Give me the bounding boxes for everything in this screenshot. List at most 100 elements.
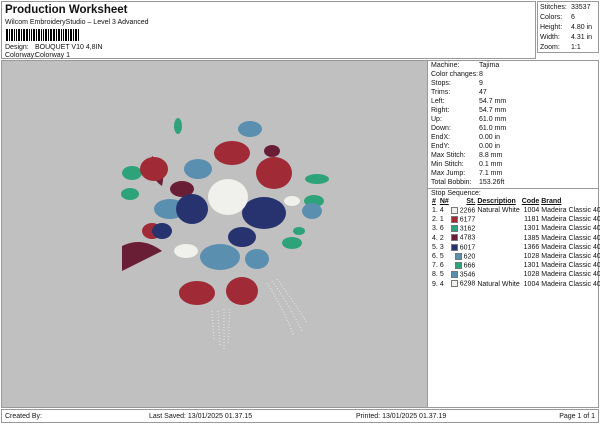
barcode-bar [6,29,8,41]
stop-sequence-table: # N# St. Description Code Brand 1. 4 2266… [431,197,600,289]
barcode-bar [63,29,64,41]
stop-sequence-title: Stop Sequence: [428,188,598,197]
barcode-bar [45,29,47,41]
stat-label: Stitches: [540,4,567,11]
barcode-bar [50,29,52,41]
embroidery-bouquet-image [121,118,329,349]
info-row: Down: 61.0 mm [428,124,598,133]
color-swatch [450,271,458,279]
color-swatch [454,252,462,260]
stat-value: 33537 [571,4,591,11]
info-row: EndY: 0.00 in [428,142,598,151]
barcode-bar [48,29,49,41]
color-swatch [450,206,458,214]
design-row: Design: BOUQUET V10 4,8IN [5,44,103,51]
barcode-bar [31,29,32,41]
info-value: 47 [479,89,487,96]
stat-row: Stitches: 33537 [540,3,596,13]
barcode-bar [26,29,28,41]
barcode-bar [43,29,44,41]
machine-info: Machine: Tajima Color changes: 8 Stops: 9 Trim… [428,61,598,187]
info-label: Down: [431,125,451,132]
info-row: Right: 54.7 mm [428,106,598,115]
col-code: Code [521,198,540,205]
info-value: 0.00 in [479,134,501,141]
thread-description [476,270,520,279]
barcode-bar [73,29,74,41]
colorway-row: Colorway:Colorway 1 [5,52,70,59]
stat-label: Width: [540,34,560,41]
info-value: Tajima [479,62,500,69]
info-row: Total Bobbin: 153.26ft [428,178,598,187]
thread-code: 1028 [523,253,540,261]
barcode-bar [21,29,22,41]
thread-description [476,252,520,261]
info-value: 54.7 mm [479,107,507,114]
table-row: 5. 3 6017 1366 Madeira Classic 40 [431,243,600,252]
thread-brand: Madeira Classic 40 [541,271,600,279]
info-row: Left: 54.7 mm [428,97,598,106]
stop-number: 9. [432,280,438,288]
info-value: 7.1 mm [479,170,503,177]
info-row: Trims: 47 [428,88,598,97]
info-label: Trims: [431,89,451,96]
stats-box: Stitches: 33537 Colors: 6 Height: 4.80 in W… [537,1,599,53]
barcode-bar [29,29,30,41]
stitch-count: 4783 [459,234,476,242]
design-preview [1,60,428,408]
info-row: Max Jump: 7.1 mm [428,169,598,178]
color-swatch [450,225,458,233]
stitch-count: 6298 [459,280,476,288]
thread-brand: Madeira Classic 40 [541,225,600,233]
stat-label: Height: [540,24,563,31]
info-value: 8.8 mm [479,152,503,159]
needle-number: 1 [439,216,444,224]
stat-label: Colors: [540,14,563,21]
design-name: BOUQUET V10 4,8IN [35,44,103,51]
info-value: 61.0 mm [479,116,507,123]
stat-label: Zoom: [540,44,560,51]
thread-code: 1004 [523,207,540,215]
info-value: 0.00 in [479,143,501,150]
thread-description [476,224,520,233]
info-value: 9 [479,80,483,87]
barcode-bar [70,29,72,41]
thread-brand: Madeira Classic 40 [541,207,600,215]
barcode-bar [38,29,40,41]
colorway-label: Colorway: [5,52,37,59]
thread-brand: Madeira Classic 40 [541,216,600,224]
info-label: Left: [431,98,445,105]
thread-code: 1181 [524,216,540,224]
barcode-bar [65,29,67,41]
info-label: EndX: [431,134,451,141]
info-row: Color changes: 8 [428,70,598,79]
barcode-bar [11,29,13,41]
color-swatch [450,216,458,224]
thread-description: Natural White [477,280,520,288]
needle-number: 2 [439,234,444,242]
stop-number: 1. [432,207,438,215]
stop-number: 6. [432,253,438,261]
needle-number: 5 [439,271,444,279]
barcode [6,29,122,41]
info-label: Max Jump: [431,170,466,177]
thread-description [476,234,520,243]
stat-row: Height: 4.80 in [540,23,596,33]
barcode-bar [61,29,62,41]
info-row: EndX: 0.00 in [428,133,598,142]
thread-code: 1301 [523,225,540,233]
thread-brand: Madeira Classic 40 [541,262,600,270]
color-swatch [450,243,458,251]
info-label: Up: [431,116,442,123]
info-label: Right: [431,107,450,114]
thread-brand: Madeira Classic 40 [541,243,600,251]
color-swatch [454,262,462,270]
info-label: EndY: [431,143,450,150]
info-value: 61.0 mm [479,125,507,132]
info-value: 153.26ft [479,179,505,186]
table-row: 1. 4 2266 Natural White 1004 Madeira Classic… [431,206,600,215]
barcode-bar [58,29,60,41]
thread-code: 1028 [523,271,540,279]
table-row: 2. 1 6177 1181 Madeira Classic 40 [431,215,600,224]
barcode-bar [14,29,15,41]
